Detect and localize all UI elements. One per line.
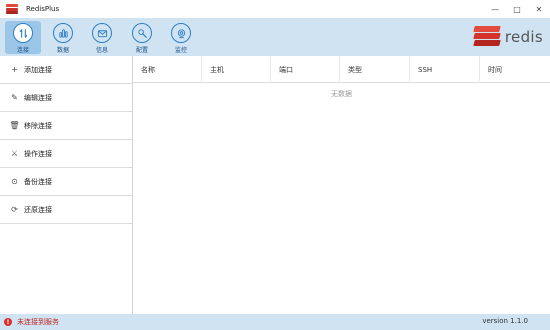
- sidebar-item-restore[interactable]: ⟳ 还原连接: [0, 196, 132, 224]
- window-controls: — □ ✕: [484, 0, 550, 18]
- backup-icon: ⊙: [11, 177, 18, 186]
- toolbar-monitor-label: 监控: [174, 47, 187, 54]
- toolbar-connect-label: 连接: [16, 47, 29, 54]
- data-icon: [53, 23, 73, 43]
- toolbar-monitor-button[interactable]: 监控: [163, 21, 199, 54]
- toolbar-config-label: 配置: [135, 47, 148, 54]
- pencil-icon: ✎: [11, 93, 18, 102]
- toolbar-config-button[interactable]: 配置: [124, 21, 160, 54]
- sidebar-item-label: 操作连接: [24, 149, 52, 158]
- sidebar-item-label: 添加连接: [24, 65, 52, 74]
- minimize-button[interactable]: —: [484, 0, 506, 18]
- redis-cube-icon: [473, 26, 501, 48]
- toolbar-connect-button[interactable]: 连接: [5, 21, 41, 54]
- status-bar: ! 未连接到服务 version 1.1.0: [0, 314, 550, 330]
- connect-icon: [13, 23, 33, 43]
- redis-brand-logo: redis: [473, 26, 543, 48]
- sidebar-item-edit[interactable]: ✎ 编辑连接: [0, 84, 132, 112]
- operate-icon: ⚔: [10, 149, 19, 158]
- sidebar-item-label: 还原连接: [24, 205, 52, 214]
- error-icon: !: [4, 318, 12, 326]
- connection-sidebar: + 添加连接 ✎ 编辑连接 🗑 移除连接 ⚔ 操作连接 ⊙ 备份连接 ⟳ 还原连…: [0, 56, 133, 314]
- toolbar-info-label: 信息: [95, 47, 108, 54]
- maximize-button[interactable]: □: [506, 0, 528, 18]
- toolbar-data-button[interactable]: 数据: [45, 21, 81, 54]
- trash-icon: 🗑: [9, 121, 20, 130]
- main-toolbar: 连接 数据 信息 配置 监控: [0, 18, 550, 56]
- redis-brand-name: redis: [504, 28, 543, 46]
- connection-table: 名称 主机 端口 类型 SSH 时间 无数据: [133, 56, 550, 314]
- sidebar-item-backup[interactable]: ⊙ 备份连接: [0, 168, 132, 196]
- sidebar-item-operate[interactable]: ⚔ 操作连接: [0, 140, 132, 168]
- column-header-host[interactable]: 主机: [202, 56, 271, 83]
- column-header-ssh[interactable]: SSH: [410, 56, 480, 83]
- column-header-time[interactable]: 时间: [480, 56, 550, 83]
- sidebar-item-label: 备份连接: [24, 177, 52, 186]
- connection-status-text: 未连接到服务: [17, 318, 59, 326]
- version-label: version 1.1.0: [482, 317, 528, 325]
- restore-icon: ⟳: [11, 205, 18, 214]
- toolbar-data-label: 数据: [56, 47, 69, 54]
- title-bar: RedisPlus — □ ✕: [0, 0, 550, 18]
- sidebar-item-label: 编辑连接: [24, 93, 52, 102]
- sidebar-item-label: 移除连接: [24, 121, 52, 130]
- sidebar-item-remove[interactable]: 🗑 移除连接: [0, 112, 132, 140]
- mail-icon: [92, 23, 112, 43]
- app-logo-icon: [6, 4, 18, 14]
- empty-table-message: 无数据: [331, 90, 352, 98]
- plus-icon: +: [11, 65, 18, 74]
- column-header-type[interactable]: 类型: [340, 56, 410, 83]
- table-header: 名称 主机 端口 类型 SSH 时间: [133, 56, 550, 83]
- close-button[interactable]: ✕: [528, 0, 550, 18]
- app-title: RedisPlus: [26, 5, 60, 13]
- wrench-icon: [132, 23, 152, 43]
- sidebar-item-add[interactable]: + 添加连接: [0, 56, 132, 84]
- toolbar-info-button[interactable]: 信息: [84, 21, 120, 54]
- column-header-port[interactable]: 端口: [271, 56, 340, 83]
- monitor-icon: [171, 23, 191, 43]
- column-header-name[interactable]: 名称: [133, 56, 202, 83]
